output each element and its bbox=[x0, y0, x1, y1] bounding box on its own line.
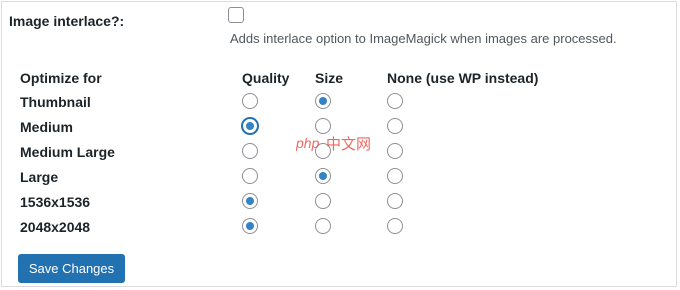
row-label-large: Large bbox=[20, 169, 59, 185]
radio-medium-quality[interactable] bbox=[242, 118, 258, 134]
radio-medium-large-quality[interactable] bbox=[242, 143, 258, 159]
radio-1536x1536-none[interactable] bbox=[387, 193, 403, 209]
interlace-checkbox[interactable] bbox=[228, 7, 244, 23]
radio-thumbnail-none[interactable] bbox=[387, 93, 403, 109]
save-changes-button[interactable]: Save Changes bbox=[18, 254, 125, 283]
radio-1536x1536-size[interactable] bbox=[315, 193, 331, 209]
radio-large-quality[interactable] bbox=[242, 168, 258, 184]
radio-large-none[interactable] bbox=[387, 168, 403, 184]
radio-2048x2048-none[interactable] bbox=[387, 218, 403, 234]
radio-thumbnail-quality[interactable] bbox=[242, 93, 258, 109]
radio-large-size[interactable] bbox=[315, 168, 331, 184]
radio-1536x1536-quality[interactable] bbox=[242, 193, 258, 209]
row-label-1536x1536: 1536x1536 bbox=[20, 194, 91, 210]
row-label-medium: Medium bbox=[20, 119, 73, 135]
row-label-2048x2048: 2048x2048 bbox=[20, 219, 91, 235]
radio-2048x2048-size[interactable] bbox=[315, 218, 331, 234]
radio-thumbnail-size[interactable] bbox=[315, 93, 331, 109]
radio-medium-none[interactable] bbox=[387, 118, 403, 134]
interlace-label: Image interlace?: bbox=[9, 13, 125, 29]
radio-medium-large-none[interactable] bbox=[387, 143, 403, 159]
header-size: Size bbox=[315, 70, 344, 86]
header-quality: Quality bbox=[242, 70, 290, 86]
row-label-thumbnail: Thumbnail bbox=[20, 94, 91, 110]
radio-medium-large-size[interactable] bbox=[315, 143, 331, 159]
radio-medium-size[interactable] bbox=[315, 118, 331, 134]
radio-2048x2048-quality[interactable] bbox=[242, 218, 258, 234]
header-optimize-for: Optimize for bbox=[20, 70, 102, 86]
row-label-medium-large: Medium Large bbox=[20, 144, 115, 160]
header-none: None (use WP instead) bbox=[387, 70, 539, 86]
interlace-description: Adds interlace option to ImageMagick whe… bbox=[230, 31, 617, 46]
